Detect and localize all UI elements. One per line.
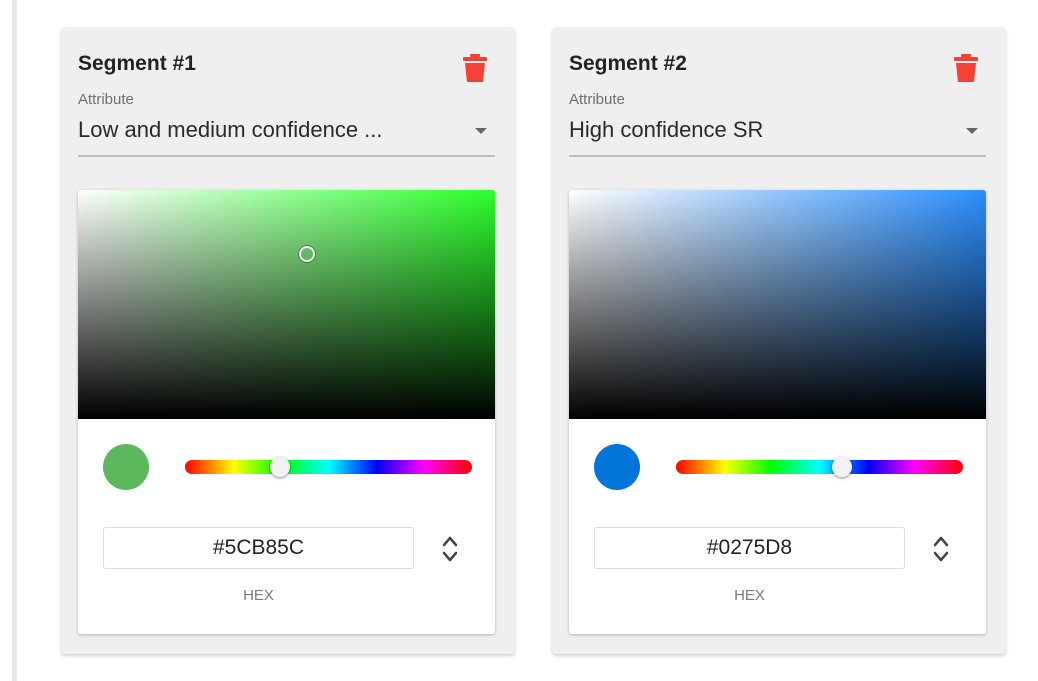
color-picker: HEX bbox=[78, 190, 495, 634]
saturation-area[interactable] bbox=[78, 190, 495, 419]
trash-icon bbox=[463, 54, 487, 82]
unfold-icon bbox=[933, 536, 949, 562]
saturation-cursor[interactable] bbox=[299, 246, 315, 262]
color-swatch bbox=[103, 444, 149, 490]
attribute-select-value: High confidence SR bbox=[569, 117, 764, 142]
hex-input[interactable] bbox=[594, 527, 905, 569]
caret-down-icon bbox=[966, 128, 978, 134]
toggle-color-mode-button[interactable] bbox=[926, 532, 956, 566]
hue-slider-thumb[interactable] bbox=[832, 457, 853, 477]
delete-segment-button[interactable] bbox=[462, 53, 488, 83]
hue-slider-thumb[interactable] bbox=[269, 457, 290, 477]
attribute-select[interactable]: High confidence SR bbox=[569, 113, 986, 157]
hue-slider[interactable] bbox=[185, 457, 472, 477]
attribute-label: Attribute bbox=[78, 91, 134, 108]
hex-input[interactable] bbox=[103, 527, 414, 569]
color-picker: HEX bbox=[569, 190, 986, 634]
attribute-select-value: Low and medium confidence ... bbox=[78, 117, 383, 142]
attribute-select[interactable]: Low and medium confidence ... bbox=[78, 113, 495, 157]
color-mode-label: HEX bbox=[243, 587, 274, 604]
segment-title: Segment #1 bbox=[78, 52, 196, 75]
color-swatch bbox=[594, 444, 640, 490]
saturation-area[interactable] bbox=[569, 190, 986, 419]
unfold-icon bbox=[442, 536, 458, 562]
hue-slider[interactable] bbox=[676, 457, 963, 477]
toggle-color-mode-button[interactable] bbox=[435, 532, 465, 566]
segment-card-1: Segment #1 Attribute Low and medium conf… bbox=[61, 27, 515, 654]
left-border bbox=[12, 0, 17, 681]
segment-card-2: Segment #2 Attribute High confidence SR … bbox=[552, 27, 1006, 654]
trash-icon bbox=[954, 54, 978, 82]
caret-down-icon bbox=[475, 128, 487, 134]
segment-title: Segment #2 bbox=[569, 52, 687, 75]
attribute-label: Attribute bbox=[569, 91, 625, 108]
color-mode-label: HEX bbox=[734, 587, 765, 604]
delete-segment-button[interactable] bbox=[953, 53, 979, 83]
saturation-shade bbox=[78, 190, 495, 419]
saturation-shade bbox=[569, 190, 986, 419]
